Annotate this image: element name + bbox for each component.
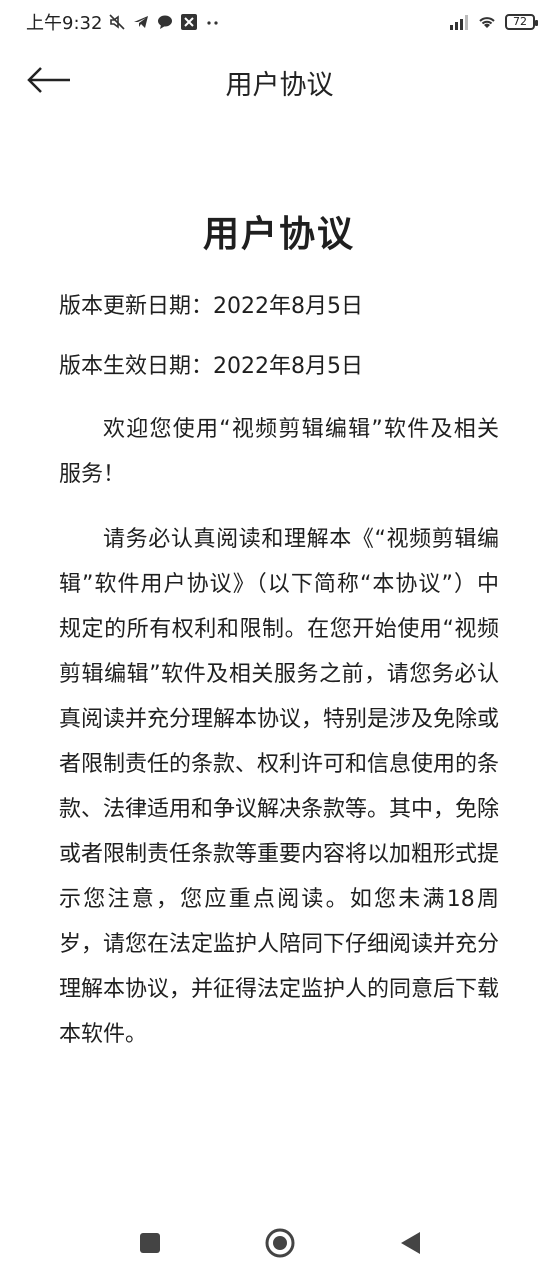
mute-icon [108,13,126,31]
status-bar: 上午9:32 72 [0,0,559,44]
chat-icon [156,13,174,31]
battery-level: 72 [513,15,527,28]
document-title: 用户协议 [202,214,355,255]
battery-icon: 72 [505,14,538,30]
wifi-icon [477,13,495,31]
system-nav-bar [0,1210,559,1280]
telegram-icon [132,13,150,31]
document-content: 用户协议 版本更新日期：2022年8月5日 版本生效日期：2022年8月5日 欢… [59,205,499,1077]
updated-date: 版本更新日期：2022年8月5日 [59,294,363,319]
signal-icon [449,13,468,31]
recents-square-icon [138,1231,162,1259]
status-right: 72 [449,13,538,31]
more-dots-icon [204,13,222,31]
recents-button[interactable] [130,1225,170,1265]
status-left: 上午9:32 [26,9,222,35]
back-nav-button[interactable] [390,1225,430,1265]
effective-date: 版本生效日期：2022年8月5日 [59,354,363,379]
home-button[interactable] [260,1225,300,1265]
paragraph-welcome: 欢迎您使用“视频剪辑编辑”软件及相关服务！ [59,417,499,487]
app-icon [180,13,198,31]
back-triangle-icon [398,1230,422,1260]
app-bar: 用户协议 [0,44,559,120]
page-title: 用户协议 [225,70,334,101]
status-time: 上午9:32 [26,13,103,34]
home-circle-icon [264,1227,296,1263]
paragraph-agreement: 请务必认真阅读和理解本《“视频剪辑编辑”软件用户协议》（以下简称“本协议”）中规… [59,527,500,1047]
